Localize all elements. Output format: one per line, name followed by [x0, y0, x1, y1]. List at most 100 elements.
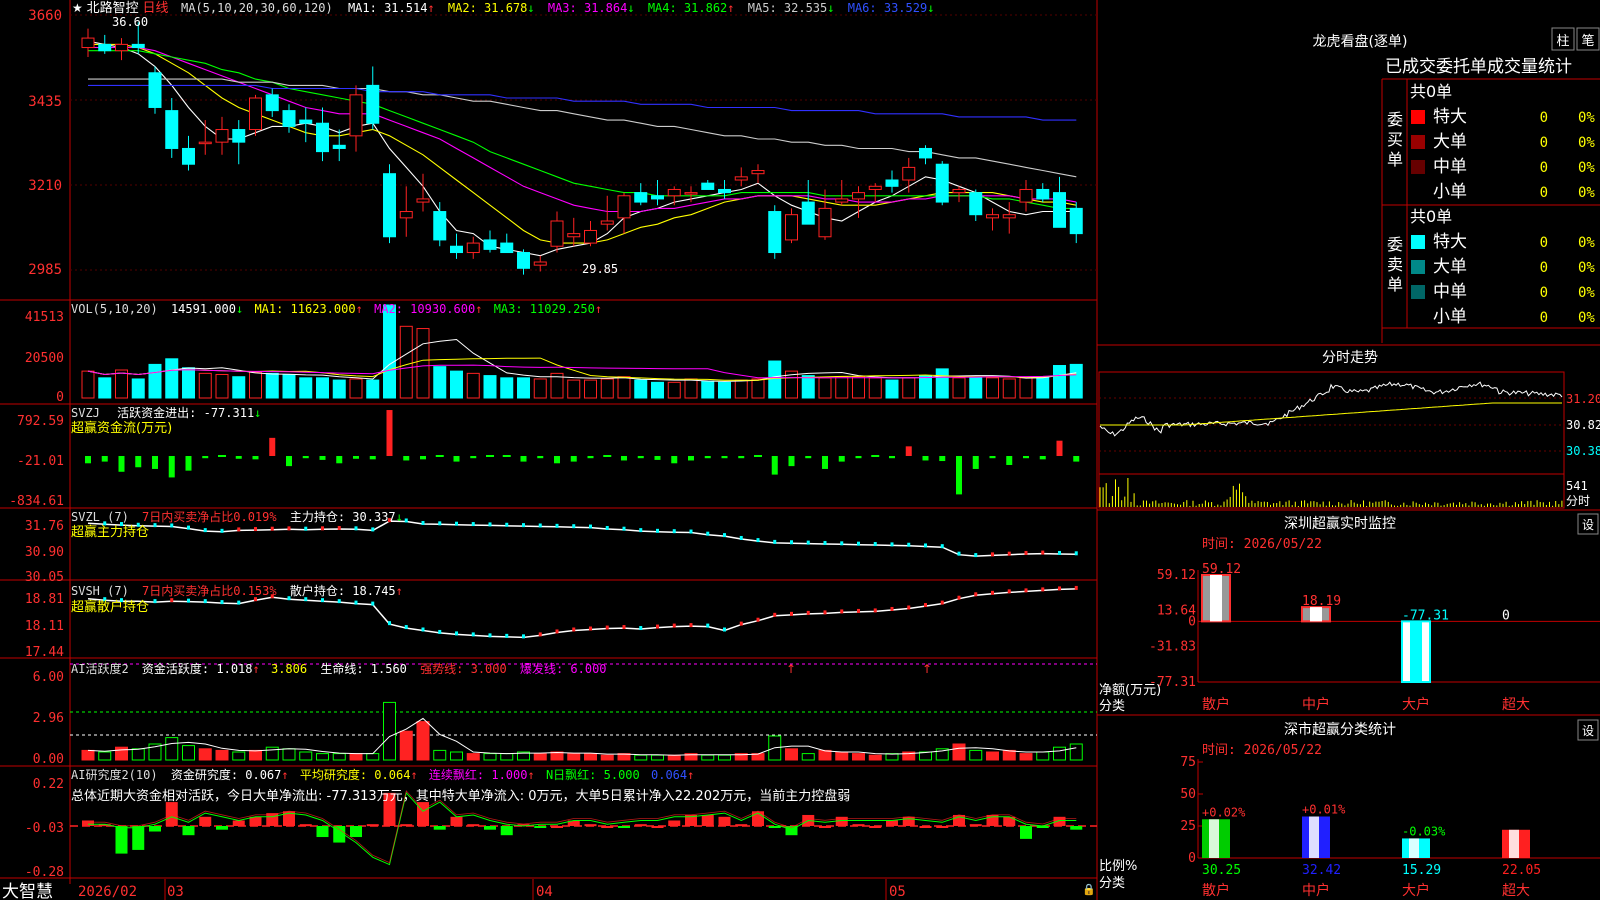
- activity-bar: [1036, 751, 1050, 761]
- vol-ma2-arrow: ↑: [475, 302, 482, 316]
- main-holding-line-tick: [857, 541, 860, 546]
- activity-bar: [332, 753, 346, 761]
- szc-category-label: 超大: [1502, 883, 1530, 899]
- volume-bar: [399, 325, 413, 399]
- aia-y-axis: 6.00 2.96 0.00: [33, 670, 64, 767]
- volume-bar: [600, 378, 614, 399]
- lock-icon[interactable]: 🔒: [1082, 883, 1096, 896]
- sell-total: 共0单: [1410, 207, 1452, 226]
- activity-bar: [634, 754, 648, 761]
- svzj-label: SVZJ: [71, 406, 100, 420]
- order-size-label: 特大: [1433, 232, 1467, 252]
- svzj-y-axis: 792.59 -21.01 -834.61: [9, 414, 64, 509]
- svsh-subtitle: 超赢散户持仓: [71, 599, 149, 615]
- candle-body: [550, 220, 564, 247]
- main-holding-line-tick: [287, 526, 291, 531]
- aia-tick: 0.00: [33, 752, 64, 767]
- candle-body: [182, 147, 195, 165]
- szm-value-label: 0: [1502, 608, 1510, 623]
- side-char: 卖: [1387, 255, 1403, 274]
- activity-bar: [1053, 746, 1066, 761]
- activity-bar: [198, 748, 212, 761]
- candle-body: [768, 211, 782, 254]
- main-holding-line-tick: [421, 520, 425, 525]
- fund-flow-bar: [302, 456, 309, 459]
- candle-body: [835, 198, 849, 203]
- activity-bar: [416, 721, 430, 761]
- retail-holding-line-tick: [773, 612, 777, 617]
- volume-bar: [1036, 376, 1050, 399]
- retail-holding-line-tick: [505, 633, 509, 638]
- candle-body: [165, 110, 179, 149]
- intraday-price-label: 30.38: [1566, 444, 1600, 458]
- retail-holding-line-tick: [371, 601, 375, 606]
- svzj-tick: -21.01: [17, 454, 64, 469]
- svzj-tick: -834.61: [9, 494, 64, 509]
- svzl-label: SVZL (7): [71, 510, 129, 524]
- candle-body: [852, 192, 865, 200]
- volume-bar: [265, 372, 279, 399]
- szm-tick: 0: [1188, 614, 1196, 629]
- fund-flow-bar: [721, 456, 728, 459]
- retail-holding-line-tick: [723, 627, 726, 632]
- volume-bar: [1019, 377, 1033, 399]
- svg-text:VOL(5,10,20) 14591.000↓: VOL(5,10,20) 14591.000↓ MA1: 11623.000↑ …: [71, 302, 602, 316]
- research-bar: [701, 814, 714, 826]
- main-holding-line-tick: [471, 522, 475, 527]
- retail-holding-line-tick: [857, 608, 860, 613]
- x-label: 05: [889, 884, 906, 900]
- svzj-subtitle: 超赢资金流(万元): [71, 420, 172, 436]
- volume-bar: [215, 373, 229, 399]
- main-holding-line-tick: [522, 523, 525, 528]
- main-holding-line-tick: [706, 531, 710, 536]
- svzj-title: 活跃资金进出: -77.311: [117, 405, 254, 420]
- ma5-arrow: ↓: [827, 1, 834, 15]
- volume-bar: [182, 367, 195, 399]
- activity-bar: [785, 748, 798, 761]
- volume-bar: [768, 360, 782, 399]
- main-holding-line-tick: [170, 523, 174, 528]
- szc-value-label: 22.05: [1502, 863, 1541, 878]
- aia-text5: 爆发线: 6.000: [520, 661, 607, 676]
- price-tick: 3210: [28, 178, 62, 194]
- fund-flow-bar: [972, 456, 979, 469]
- period-label[interactable]: 日线: [142, 1, 168, 16]
- fund-flow-bar: [353, 456, 359, 459]
- ma-params: MA(5,10,20,30,60,120): [181, 1, 333, 15]
- research-bar: [299, 824, 312, 827]
- order-color-swatch: [1411, 310, 1425, 324]
- activity-bar: [366, 753, 380, 761]
- svsh-label: SVSH (7): [71, 584, 129, 598]
- research-bar: [601, 826, 614, 828]
- candle-body: [919, 147, 932, 159]
- research-bar: [1020, 826, 1032, 839]
- research-bar: [668, 820, 681, 826]
- activity-bar: [835, 751, 849, 761]
- favorite-icon[interactable]: ★: [72, 1, 83, 15]
- activity-bar: [1019, 753, 1033, 761]
- fund-flow-bar: [754, 455, 762, 457]
- candle-body: [500, 242, 514, 254]
- research-bar: [484, 826, 496, 830]
- szm-category-label: 中户: [1302, 696, 1330, 713]
- svzl-subtitle: 超赢主力持仓: [71, 524, 149, 540]
- order-size-label: 中单: [1433, 282, 1467, 302]
- activity-bar: [265, 746, 279, 761]
- activity-bar: [868, 754, 882, 761]
- fund-flow-bar: [85, 456, 91, 464]
- szm-bar-highlight: [1310, 607, 1322, 622]
- tick-mode-label: 笔: [1581, 33, 1594, 49]
- activity-bar: [232, 751, 246, 761]
- research-bar: [1070, 826, 1083, 830]
- szc-x-label: 分类: [1099, 876, 1125, 891]
- szm-category-label: 散户: [1202, 696, 1230, 713]
- candle-body: [282, 110, 296, 127]
- svg-text:SVZJ 活跃资金进出: -77.311↓: SVZJ 活跃资金进出: -77.311↓: [71, 405, 261, 420]
- vol-ma3-arrow: ↑: [595, 302, 602, 316]
- side-char: 委: [1387, 235, 1403, 254]
- candle-body: [98, 43, 112, 52]
- candle-body: [902, 166, 916, 181]
- volume-bar: [935, 368, 949, 399]
- svsh-tick: 18.11: [25, 619, 64, 634]
- vol-ma3: MA3: 11029.250: [494, 302, 595, 316]
